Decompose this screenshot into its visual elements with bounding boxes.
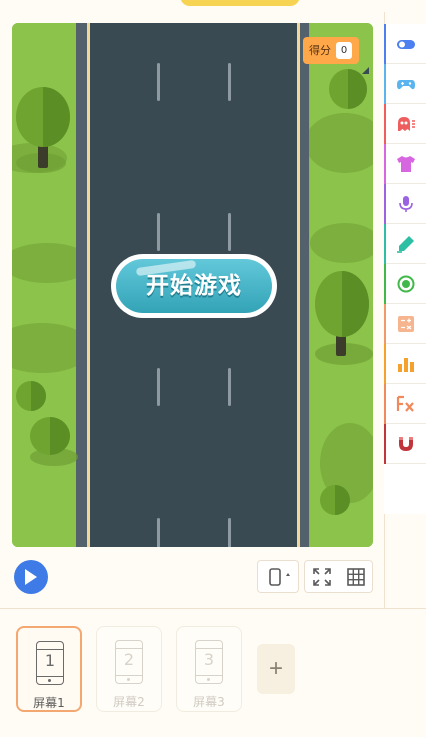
category-color-bar xyxy=(384,64,386,104)
game-stage[interactable]: 开始游戏 得分 0 xyxy=(12,23,373,547)
category-sound[interactable] xyxy=(384,184,426,224)
lane-dash xyxy=(157,63,160,101)
phone-home-dot xyxy=(207,678,210,681)
screen-label: 屏幕3 xyxy=(193,695,225,709)
start-game-button-face: 开始游戏 xyxy=(116,259,272,313)
fullscreen-icon xyxy=(313,568,331,586)
road-edge-line-left xyxy=(87,23,90,547)
screen-number: 2 xyxy=(123,650,135,669)
category-appearance[interactable] xyxy=(384,144,426,184)
phone-rotate-icon xyxy=(269,568,290,586)
lane-dash xyxy=(228,213,231,251)
score-label: 得分 xyxy=(309,44,331,57)
top-bar xyxy=(0,0,426,12)
screen-card-1[interactable]: 1 屏幕1 xyxy=(16,626,82,712)
grid-toggle-button[interactable] xyxy=(339,561,372,592)
score-widget[interactable]: 得分 0 xyxy=(303,37,359,64)
category-color-bar xyxy=(384,144,386,184)
category-color-bar xyxy=(384,184,386,224)
screen-card-3[interactable]: 3 屏幕3 xyxy=(176,626,242,712)
category-color-bar xyxy=(384,104,386,144)
category-sidebar xyxy=(384,24,426,514)
category-sensing[interactable] xyxy=(384,264,426,304)
add-screen-button[interactable]: + xyxy=(257,644,295,694)
tree xyxy=(16,87,70,147)
category-color-bar xyxy=(384,224,386,264)
editor-main: 开始游戏 得分 0 xyxy=(0,12,385,608)
screen-number: 3 xyxy=(203,650,215,669)
phone-home-dot xyxy=(48,679,51,682)
grid-icon xyxy=(347,568,365,586)
device-rotate-tool xyxy=(257,560,299,593)
screen-number: 1 xyxy=(44,651,56,670)
screen-label: 屏幕2 xyxy=(113,695,145,709)
phone-icon: 3 xyxy=(195,640,223,684)
category-color-bar xyxy=(384,384,386,424)
category-sprites[interactable] xyxy=(384,104,426,144)
gamepad-icon xyxy=(397,80,415,90)
category-color-bar xyxy=(384,304,386,344)
category-extensions[interactable] xyxy=(384,424,426,464)
category-color-bar xyxy=(384,264,386,304)
tshirt-icon xyxy=(397,156,415,172)
resize-handle[interactable] xyxy=(362,67,369,74)
top-tab[interactable] xyxy=(180,0,300,6)
screen-label: 屏幕1 xyxy=(33,696,65,710)
category-controls[interactable] xyxy=(384,24,426,64)
play-icon xyxy=(25,569,37,585)
calculator-icon xyxy=(398,316,414,332)
category-data[interactable] xyxy=(384,344,426,384)
category-color-bar xyxy=(384,344,386,384)
category-color-bar xyxy=(384,424,386,464)
target-icon xyxy=(397,275,415,293)
tree xyxy=(329,69,367,109)
view-tools xyxy=(304,560,373,593)
lane-dash xyxy=(228,518,231,547)
lane-dash xyxy=(157,368,160,406)
lane-dash xyxy=(157,213,160,251)
bush xyxy=(16,381,46,411)
fullscreen-button[interactable] xyxy=(305,561,338,592)
bar-chart-icon xyxy=(398,358,414,372)
run-button[interactable] xyxy=(14,560,48,594)
score-value: 0 xyxy=(336,42,352,59)
road-edge-line-right xyxy=(297,23,300,547)
magnet-icon xyxy=(399,437,413,451)
bush xyxy=(30,417,70,455)
toggle-icon xyxy=(397,40,415,49)
grass-patch xyxy=(305,113,373,173)
screen-card-2[interactable]: 2 屏幕2 xyxy=(96,626,162,712)
category-functions[interactable] xyxy=(384,384,426,424)
lane-dash xyxy=(228,368,231,406)
grass-patch xyxy=(310,223,373,263)
ghost-icon xyxy=(398,117,415,131)
category-pen[interactable] xyxy=(384,224,426,264)
phone-icon: 2 xyxy=(115,640,143,684)
screen-manager: 1 屏幕1 2 屏幕2 3 屏幕3 + xyxy=(0,608,426,737)
lane-dash xyxy=(157,518,160,547)
lane-dash xyxy=(228,63,231,101)
function-icon xyxy=(396,395,414,412)
category-color-bar xyxy=(384,24,386,64)
start-game-label: 开始游戏 xyxy=(146,273,242,299)
tree xyxy=(315,271,369,337)
device-rotate-button[interactable] xyxy=(258,561,298,592)
microphone-icon xyxy=(399,196,413,212)
start-game-button[interactable]: 开始游戏 xyxy=(111,254,277,318)
phone-home-dot xyxy=(127,678,130,681)
pen-icon xyxy=(397,236,414,253)
category-operators[interactable] xyxy=(384,304,426,344)
category-game[interactable] xyxy=(384,64,426,104)
bush xyxy=(320,485,350,515)
phone-icon: 1 xyxy=(36,641,64,685)
